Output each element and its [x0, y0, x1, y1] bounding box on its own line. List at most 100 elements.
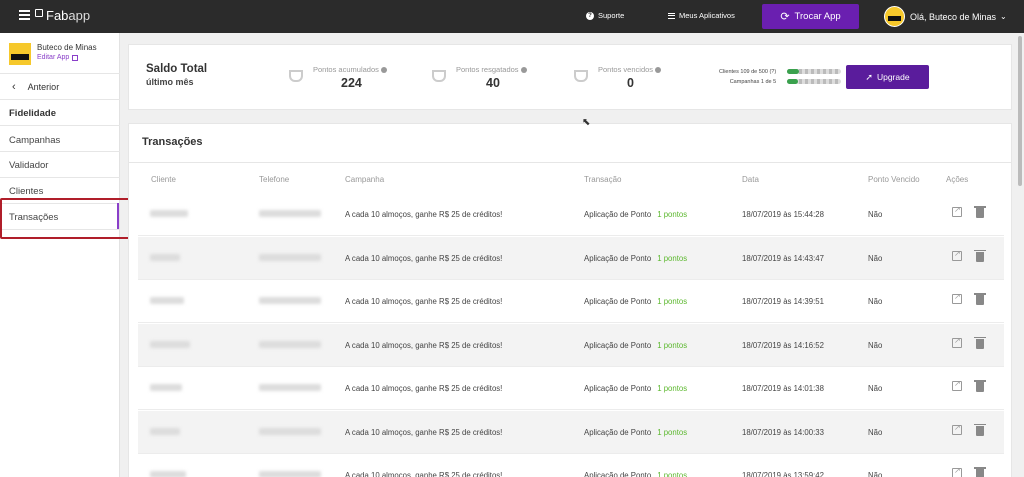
transaction-type: Aplicação de Ponto — [584, 210, 652, 219]
points-value: 1 pontos — [657, 384, 688, 393]
sidebar-item-clientes[interactable]: Clientes — [9, 186, 43, 197]
column-header-cliente: Cliente — [151, 175, 176, 184]
my-apps-link[interactable]: Meus Aplicativos — [668, 11, 735, 20]
open-external-icon[interactable] — [952, 292, 962, 304]
trash-icon[interactable] — [974, 293, 986, 305]
open-external-icon[interactable] — [952, 423, 962, 435]
divider — [0, 177, 120, 178]
trash-icon[interactable] — [974, 336, 986, 349]
user-greeting: Olá, Buteco de Minas — [910, 11, 997, 22]
table-row: A cada 10 almoços, ganhe R$ 25 de crédit… — [138, 236, 1004, 280]
open-external-icon[interactable] — [952, 336, 962, 348]
help-icon[interactable] — [380, 67, 387, 74]
open-external-icon[interactable] — [952, 466, 962, 477]
open-external-icon[interactable] — [952, 205, 962, 217]
switch-app-button[interactable]: ⟳ Trocar App — [762, 4, 859, 29]
phone-redacted — [259, 340, 321, 348]
sidebar-item-campanhas[interactable]: Campanhas — [9, 135, 60, 146]
open-external-icon[interactable] — [952, 379, 962, 391]
app-name: Buteco de Minas — [37, 43, 97, 52]
fabapp-logo[interactable]: Fab app — [35, 8, 90, 23]
phone-redacted — [259, 427, 321, 435]
open-external-icon[interactable] — [952, 249, 962, 261]
mouse-cursor-icon: ⬉ — [582, 117, 591, 128]
external-link-icon — [72, 54, 79, 61]
table-row: A cada 10 almoços, ganhe R$ 25 de crédit… — [138, 323, 1004, 367]
support-link[interactable]: ? Suporte — [586, 11, 624, 20]
trash-icon[interactable] — [974, 467, 986, 477]
table-row: A cada 10 almoços, ganhe R$ 25 de crédit… — [138, 454, 1004, 477]
stat-label: Pontos acumulados — [313, 65, 379, 74]
transaction-type: Aplicação de Ponto — [584, 427, 652, 437]
expired-cell: Não — [868, 340, 883, 350]
date-cell: 18/07/2019 às 14:43:47 — [742, 253, 824, 263]
trash-icon[interactable] — [974, 380, 986, 392]
scrollbar[interactable] — [1018, 36, 1022, 186]
summary-title: Saldo Total — [146, 63, 208, 75]
switch-app-label: Trocar App — [794, 11, 841, 22]
summary-subtitle: último mês — [146, 77, 194, 87]
table-row: A cada 10 almoços, ganhe R$ 25 de crédit… — [138, 367, 1004, 410]
transaction-cell: Aplicação de Ponto 1 pontos — [584, 254, 687, 263]
table-row: A cada 10 almoços, ganhe R$ 25 de crédit… — [138, 280, 1004, 323]
back-label: Anterior — [27, 82, 60, 92]
campaigns-progress-fill — [787, 79, 798, 84]
phone-redacted — [259, 297, 321, 304]
help-icon[interactable] — [520, 67, 527, 74]
help-icon[interactable] — [655, 67, 662, 74]
expired-cell: Não — [868, 427, 883, 437]
upgrade-label: Upgrade — [876, 72, 910, 82]
divider — [0, 99, 120, 100]
chevron-left-icon: ‹ — [12, 81, 16, 93]
expired-cell: Não — [868, 384, 883, 393]
date-cell: 18/07/2019 às 14:00:33 — [742, 427, 824, 437]
my-apps-label: Meus Aplicativos — [679, 11, 735, 20]
logo-prefix: Fab — [46, 8, 69, 23]
client-name-redacted — [150, 253, 180, 261]
trash-icon[interactable] — [974, 206, 986, 218]
trophy-icon — [289, 70, 303, 82]
table-row: A cada 10 almoços, ganhe R$ 25 de crédit… — [138, 410, 1004, 454]
campaigns-limit: Campanhas 1 de 5 — [729, 79, 777, 85]
transaction-cell: Aplicação de Ponto 1 pontos — [584, 297, 687, 306]
support-label: Suporte — [598, 11, 625, 20]
campaign-cell: A cada 10 almoços, ganhe R$ 25 de crédit… — [345, 471, 503, 477]
sidebar-item-validador[interactable]: Validador — [9, 160, 48, 171]
transaction-type: Aplicação de Ponto — [584, 253, 652, 263]
trophy-icon — [574, 70, 588, 82]
campaign-cell: A cada 10 almoços, ganhe R$ 25 de crédit… — [345, 384, 503, 393]
stat-value: 40 — [486, 76, 500, 90]
trash-icon[interactable] — [974, 423, 986, 436]
edit-app-label: Editar App — [37, 54, 70, 61]
app-brand: Buteco de Minas Editar App — [9, 43, 97, 65]
rocket-icon: ➚ — [865, 71, 873, 82]
clients-progress-fill — [787, 69, 799, 74]
selection-highlight — [0, 198, 137, 239]
menu-icon[interactable] — [19, 10, 30, 20]
user-menu[interactable]: Olá, Buteco de Minas ⌄ — [884, 6, 1007, 27]
column-header-campanha: Campanha — [345, 175, 385, 184]
date-cell: 18/07/2019 às 14:01:38 — [742, 384, 824, 393]
table-row: A cada 10 almoços, ganhe R$ 25 de crédit… — [138, 193, 1004, 236]
campaigns-progress-bar — [787, 79, 841, 84]
transaction-cell: Aplicação de Ponto 1 pontos — [584, 428, 687, 437]
transaction-cell: Aplicação de Ponto 1 pontos — [584, 341, 687, 350]
logo-mark-icon — [35, 8, 43, 17]
summary-card: Saldo Total último mês Pontos acumulados… — [128, 44, 1012, 110]
edit-app-link[interactable]: Editar App — [37, 54, 97, 61]
column-header-ponto-vencido: Ponto Vencido — [868, 175, 920, 184]
transaction-type: Aplicação de Ponto — [584, 471, 652, 477]
points-value: 1 pontos — [657, 427, 688, 437]
client-name-redacted — [150, 427, 180, 435]
trash-icon[interactable] — [974, 249, 986, 262]
upgrade-button[interactable]: ➚ Upgrade — [846, 65, 929, 89]
divider — [129, 162, 1011, 163]
points-value: 1 pontos — [657, 297, 688, 306]
app-logo-thumbnail — [9, 43, 31, 65]
client-name-redacted — [150, 340, 190, 348]
points-value: 1 pontos — [657, 210, 688, 219]
column-header-telefone: Telefone — [259, 175, 290, 184]
phone-redacted — [259, 384, 321, 391]
back-link[interactable]: ‹ Anterior — [12, 81, 59, 93]
sidebar: Buteco de Minas Editar App ‹ Anterior Fi… — [0, 33, 120, 477]
